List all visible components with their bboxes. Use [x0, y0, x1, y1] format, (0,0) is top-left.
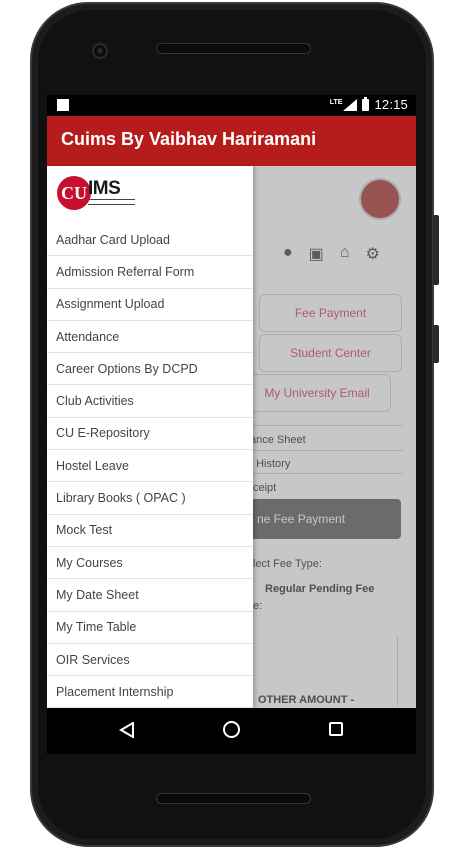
drawer-item-admission-referral-form[interactable]: Admission Referral Form — [47, 256, 253, 289]
drawer-item-label: Aadhar Card Upload — [56, 232, 170, 247]
recent-apps-icon[interactable] — [329, 722, 343, 736]
battery-icon — [362, 96, 370, 111]
drawer-item-label: Attendance — [56, 329, 120, 344]
top-speaker — [156, 43, 311, 54]
drawer-header-logo: CU IMS — [47, 166, 253, 224]
drawer-item-library-books[interactable]: Library Books ( OPAC ) — [47, 482, 253, 515]
drawer-item-label: My Courses — [56, 555, 123, 570]
front-camera — [92, 43, 108, 59]
signal-icon — [343, 98, 358, 111]
drawer-item-my-time-table[interactable]: My Time Table — [47, 612, 253, 644]
drawer-item-cu-e-repository[interactable]: CU E-Repository — [47, 418, 253, 451]
cuims-logo-icon: CU — [57, 176, 91, 210]
drawer-item-label: OIR Services — [56, 652, 130, 667]
drawer-item-my-courses[interactable]: My Courses — [47, 547, 253, 580]
drawer-item-label: Club Activities — [56, 394, 134, 409]
app-title: Cuims By Vaibhav Hariramani — [61, 129, 317, 149]
drawer-item-label: CU E-Repository — [56, 426, 150, 441]
logo-tagline-lines — [88, 199, 135, 205]
drawer-item-label: Hostel Leave — [56, 458, 129, 473]
drawer-item-label: Career Options By DCPD — [56, 361, 198, 376]
status-bar: LTE 12:15 — [47, 95, 416, 116]
drawer-scrim[interactable] — [253, 166, 416, 708]
power-button — [433, 325, 439, 363]
drawer-item-assignment-upload[interactable]: Assignment Upload — [47, 289, 253, 321]
drawer-item-label: My Time Table — [56, 620, 137, 635]
status-time: 12:15 — [374, 97, 408, 112]
drawer-item-aadhar-card-upload[interactable]: Aadhar Card Upload — [47, 224, 253, 257]
status-right-group: LTE 12:15 — [329, 96, 408, 112]
network-type: LTE — [329, 99, 343, 106]
notification-icon — [57, 99, 69, 111]
drawer-item-label: Placement Internship — [56, 684, 174, 699]
bottom-speaker — [156, 793, 311, 804]
app-bar: Cuims By Vaibhav Hariramani — [47, 116, 416, 166]
drawer-item-label: Mock Test — [56, 523, 113, 538]
drawer-item-oir-services[interactable]: OIR Services — [47, 644, 253, 677]
back-icon[interactable] — [119, 721, 135, 743]
screen: LTE 12:15 Cuims By Vaibhav Hariramani ● … — [47, 95, 416, 708]
drawer-item-label: My Date Sheet — [56, 587, 139, 602]
drawer-item-label: Library Books ( OPAC ) — [56, 491, 186, 506]
drawer-item-attendance[interactable]: Attendance — [47, 321, 253, 354]
drawer-item-placement-internship[interactable]: Placement Internship — [47, 676, 253, 708]
volume-button — [433, 215, 439, 285]
drawer-item-label: Admission Referral Form — [56, 264, 195, 279]
navigation-drawer: CU IMS Aadhar Card Upload Admission Refe… — [47, 166, 253, 708]
drawer-item-my-date-sheet[interactable]: My Date Sheet — [47, 579, 253, 612]
cuims-logo-text: IMS — [88, 178, 121, 199]
home-nav-icon[interactable] — [223, 721, 240, 738]
drawer-item-career-options[interactable]: Career Options By DCPD — [47, 353, 253, 386]
drawer-item-mock-test[interactable]: Mock Test — [47, 515, 253, 547]
android-nav-bar — [47, 708, 416, 754]
drawer-item-club-activities[interactable]: Club Activities — [47, 385, 253, 418]
drawer-item-label: Assignment Upload — [56, 297, 165, 312]
drawer-item-hostel-leave[interactable]: Hostel Leave — [47, 450, 253, 483]
